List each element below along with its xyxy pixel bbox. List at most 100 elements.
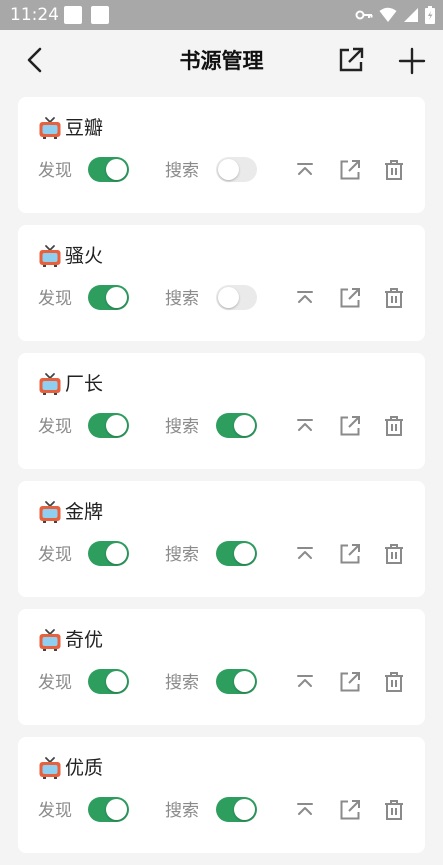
pin-top-icon [297,547,313,559]
app-bar: 书源管理 [0,30,443,92]
tv-icon [39,501,61,523]
discover-label: 发现 [38,417,72,437]
search-toggle[interactable] [216,413,257,438]
share-icon [340,672,360,692]
share-icon [340,160,360,180]
share-button[interactable] [338,542,362,566]
pin-top-icon [297,803,313,815]
source-card[interactable]: 奇优 发现 搜索 [18,609,425,725]
toggle-knob [106,415,127,436]
source-name: 金牌 [65,501,104,523]
delete-icon [385,544,403,564]
delete-button[interactable] [382,798,406,822]
pin-top-icon [297,291,313,303]
source-card[interactable]: 厂长 发现 搜索 [18,353,425,469]
card-title: 厂长 [38,369,103,399]
search-label: 搜索 [165,673,199,693]
delete-button[interactable] [382,414,406,438]
discover-toggle[interactable] [88,797,129,822]
delete-button[interactable] [382,542,406,566]
search-toggle[interactable] [216,157,257,182]
share-icon [340,544,360,564]
search-label: 搜索 [165,801,199,821]
source-card[interactable]: 优质 发现 搜索 [18,737,425,853]
share-button[interactable] [338,670,362,694]
share-button[interactable] [338,158,362,182]
delete-button[interactable] [382,158,406,182]
source-name: 优质 [65,757,104,779]
share-button[interactable] [338,286,362,310]
source-card[interactable]: 豆瓣 发现 搜索 [18,97,425,213]
source-card[interactable]: 骚火 发现 搜索 [18,225,425,341]
card-title: 豆瓣 [38,113,103,143]
delete-icon [385,800,403,820]
status-icons [355,5,435,25]
tv-icon [39,629,61,651]
wifi-icon [379,7,397,22]
share-icon [340,416,360,436]
discover-label: 发现 [38,161,72,181]
export-icon [339,47,364,72]
pin-top-button[interactable] [293,670,317,694]
tv-icon [39,757,61,779]
status-bar: 11:24 [0,0,443,30]
export-button[interactable] [336,45,366,75]
toggle-knob [218,287,239,308]
search-toggle[interactable] [216,797,257,822]
pin-top-icon [297,419,313,431]
add-icon [398,47,426,75]
discover-toggle[interactable] [88,285,129,310]
discover-label: 发现 [38,545,72,565]
toggle-knob [106,159,127,180]
toggle-knob [106,543,127,564]
discover-toggle[interactable] [88,669,129,694]
add-source-button[interactable] [396,45,428,77]
source-card[interactable]: 金牌 发现 搜索 [18,481,425,597]
delete-icon [385,672,403,692]
pin-top-icon [297,675,313,687]
pin-top-button[interactable] [293,286,317,310]
signal-icon [404,8,418,22]
card-title: 金牌 [38,497,103,527]
share-icon [340,288,360,308]
card-title: 优质 [38,753,103,783]
card-title: 骚火 [38,241,103,271]
toggle-knob [234,415,255,436]
discover-toggle[interactable] [88,541,129,566]
tv-icon [39,373,61,395]
search-label: 搜索 [165,417,199,437]
status-time: 11:24 [10,5,59,25]
toggle-knob [106,671,127,692]
delete-button[interactable] [382,286,406,310]
toggle-knob [106,799,127,820]
pin-top-icon [297,163,313,175]
share-button[interactable] [338,414,362,438]
delete-button[interactable] [382,670,406,694]
toggle-knob [106,287,127,308]
source-name: 豆瓣 [65,117,104,139]
toggle-knob [234,671,255,692]
tv-icon [39,245,61,267]
source-name: 厂长 [65,373,104,395]
pin-top-button[interactable] [293,414,317,438]
discover-toggle[interactable] [88,157,129,182]
discover-label: 发现 [38,673,72,693]
search-toggle[interactable] [216,541,257,566]
delete-icon [385,288,403,308]
battery-icon [425,6,435,24]
page-title: 书源管理 [179,49,264,73]
delete-icon [385,416,403,436]
pin-top-button[interactable] [293,542,317,566]
pin-top-button[interactable] [293,798,317,822]
discover-label: 发现 [38,801,72,821]
toggle-knob [218,159,239,180]
pin-top-button[interactable] [293,158,317,182]
vpn-key-icon [355,10,373,20]
search-toggle[interactable] [216,669,257,694]
share-icon [340,800,360,820]
toggle-knob [234,543,255,564]
search-toggle[interactable] [216,285,257,310]
discover-toggle[interactable] [88,413,129,438]
notification-icon [91,6,109,24]
share-button[interactable] [338,798,362,822]
